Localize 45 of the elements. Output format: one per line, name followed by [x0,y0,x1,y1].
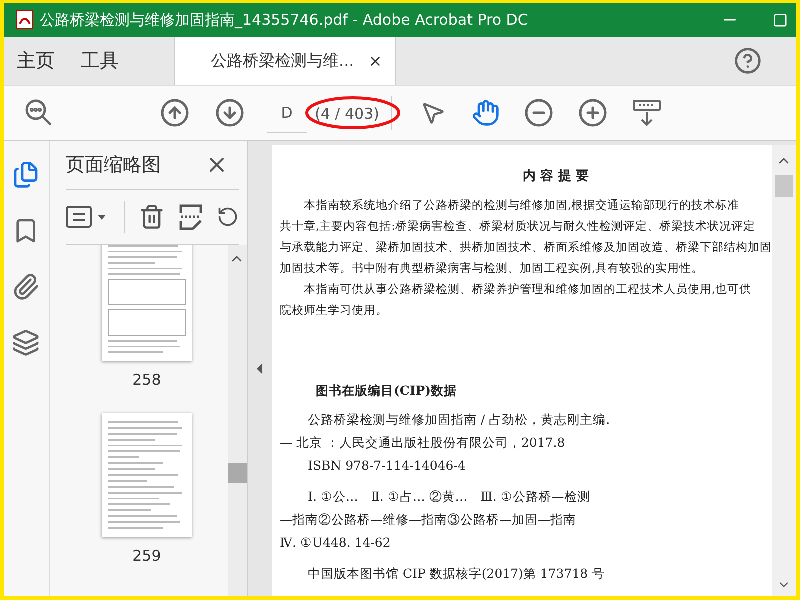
page-heading: 内 容 提 要 [522,168,590,185]
text-line: 院校师生学习使用。 [280,302,389,319]
cip-line: 公路桥梁检测与维修加固指南 / 占劲松，黄志刚主编. [307,411,612,429]
help-icon[interactable] [734,47,762,75]
text-line: 共十章,主要内容包括:桥梁病害检查、桥梁材质状况与耐久性检测评定、桥梁技术状况评定 [280,218,757,235]
page-count: (4 / 403) [315,104,380,122]
page-number-label: 259 [132,547,162,565]
tab[interactable]: 主页 [4,37,68,85]
layers-icon[interactable] [12,329,40,357]
text-line: 本指南可供从事公路桥梁检测、桥梁养护管理和维修加固的工程技术人员使用,也可供 [303,281,753,298]
zoom-out-button[interactable] [524,98,554,128]
attachments-icon[interactable] [12,273,40,301]
scrollbar[interactable] [228,245,247,596]
hand-tool-button[interactable] [472,99,500,127]
page-thumbnail[interactable] [102,245,192,361]
page-thumbnail[interactable] [102,413,192,537]
rotate-icon[interactable] [216,206,239,228]
cip-line: Ⅳ. ①U448. 14-62 [280,534,392,552]
tab[interactable]: 公路桥梁检测与维... [174,37,396,85]
scrollbar-thumb[interactable] [228,463,247,483]
cip-line: — 北京 ：人民交通出版社股份有限公司，2017.8 [280,434,566,452]
window-title: 公路桥梁检测与维修加固指南_14355746.pdf - Adobe Acrobat Pro DC [40,10,530,30]
page-number-label: 258 [132,371,162,389]
previous-page-button[interactable] [160,98,190,128]
extract-pages-icon[interactable] [178,204,203,230]
cip-line: ISBN 978-7-114-14046-4 [307,457,467,475]
cip-line: 中国版本图书馆 CIP 数据核字(2017)第 173718 号 [307,565,606,583]
panel-title: 页面缩略图 [66,153,161,178]
maximize-icon[interactable] [773,12,788,28]
tab[interactable]: 工具 [68,37,132,85]
scrollbar[interactable] [772,145,796,596]
trash-icon[interactable] [138,204,165,230]
text-line: 加固技术等。书中附有典型桥梁病害与检测、加固工程实例,具有较强的实用性。 [280,260,705,277]
keyboard-down-arrow-icon[interactable] [632,98,662,128]
scrollbar-thumb[interactable] [775,175,793,197]
cip-heading: 图书在版编目(CIP)数据 [316,383,458,400]
next-page-button[interactable] [215,98,245,128]
cip-line: —指南②公路桥—维修—指南③公路桥—加固—指南 [280,511,578,529]
pages-icon[interactable] [12,161,40,189]
cip-line: Ⅰ. ①公… Ⅱ. ①占… ②黄… Ⅲ. ①公路桥—检测 [307,488,592,506]
text-line: 与承载能力评定、梁桥加固技术、拱桥加固技术、桥面系维修及加固改造、桥梁下部结构加固 [280,239,772,256]
zoom-in-button[interactable] [578,98,608,128]
text-line: 本指南较系统地介绍了公路桥梁的检测与维修加固,根据交通运输部现行的技术标准 [303,197,741,214]
pdf-file-icon [16,10,34,30]
search-button[interactable] [24,98,54,128]
